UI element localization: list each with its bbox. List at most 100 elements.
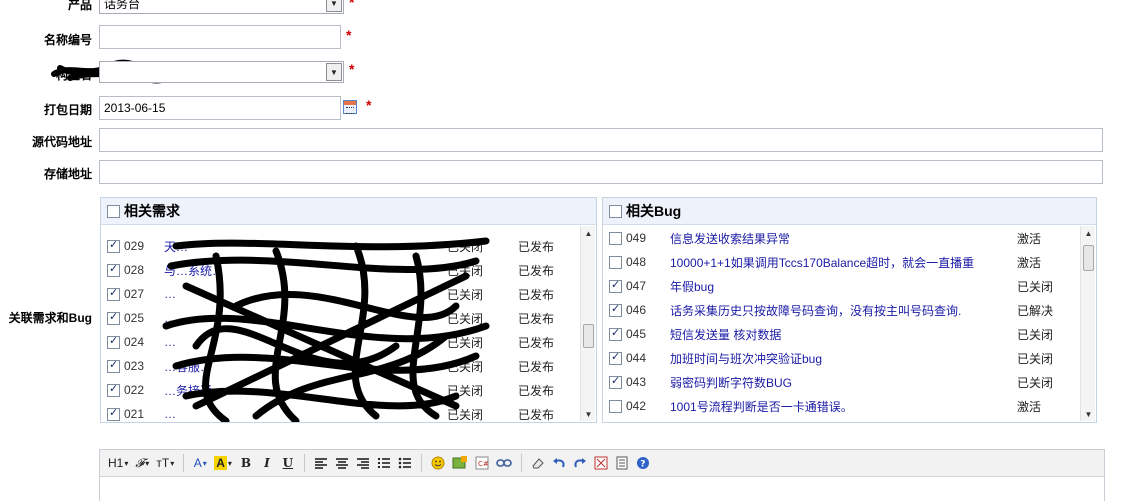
bug-title[interactable]: 加班时间与班次冲突验证bug [670, 350, 996, 367]
select-all-stories-checkbox[interactable] [107, 204, 120, 218]
select-all-bugs-checkbox[interactable] [609, 204, 622, 218]
bug-title[interactable]: 话务采集历史只按故障号码查询，没有按主叫号码查询. [670, 302, 996, 319]
story-checkbox[interactable] [107, 334, 120, 349]
bug-row[interactable]: 046 话务采集历史只按故障号码查询，没有按主叫号码查询. 已解决 [603, 298, 1080, 322]
scroll-up-icon[interactable]: ▲ [1081, 226, 1096, 240]
chevron-down-icon[interactable]: ▼ [326, 0, 342, 12]
emoticon-icon[interactable] [429, 453, 447, 473]
stories-panel-header: 相关需求 [101, 198, 596, 225]
scroll-thumb[interactable] [1083, 245, 1094, 271]
heading-button[interactable]: H1 ▾ [106, 453, 130, 473]
align-right-icon[interactable] [354, 453, 372, 473]
bug-title[interactable]: 10000+1+1如果调用Tccs170Balance超时，就会一直播重 [670, 254, 996, 271]
bug-status: 激活 [1017, 231, 1042, 246]
story-id: 028 [124, 263, 145, 277]
toolbar-divider [303, 454, 305, 472]
bug-title[interactable]: 短信发送量 核对数据 [670, 326, 996, 343]
source-url-input[interactable] [99, 128, 1103, 152]
bug-checkbox[interactable] [609, 255, 622, 269]
story-checkbox[interactable] [107, 310, 120, 325]
scroll-thumb[interactable] [583, 324, 594, 348]
chevron-down-icon[interactable]: ▼ [326, 63, 342, 81]
relate-label: 关联需求和Bug [8, 311, 92, 325]
build-select[interactable]: ▼ [99, 61, 344, 83]
stories-panel-title: 相关需求 [124, 203, 180, 219]
align-left-icon[interactable] [312, 453, 330, 473]
storage-url-input[interactable] [99, 160, 1103, 184]
bug-title[interactable]: 1001号流程判断是否一卡通错误。 [670, 398, 996, 415]
font-size-label: тT [156, 456, 170, 470]
story-checkbox[interactable] [107, 262, 120, 277]
required-mark: * [366, 97, 372, 113]
product-select[interactable]: 话务台 ▼ [99, 0, 344, 14]
bug-id: 044 [626, 351, 647, 365]
bug-row[interactable]: 045 短信发送量 核对数据 已关闭 [603, 322, 1080, 346]
font-size-button[interactable]: тT ▾ [154, 453, 176, 473]
story-checkbox[interactable] [107, 238, 120, 253]
story-checkbox[interactable] [107, 286, 120, 301]
bug-status: 已关闭 [1017, 279, 1054, 294]
bug-checkbox[interactable] [609, 399, 622, 413]
required-mark: * [349, 0, 355, 10]
scroll-down-icon[interactable]: ▼ [581, 407, 596, 421]
bug-row[interactable]: 047 年假bug 已关闭 [603, 274, 1080, 298]
unordered-list-icon[interactable] [396, 453, 414, 473]
bug-row[interactable]: 048 10000+1+1如果调用Tccs170Balance超时，就会一直播重 激… [603, 250, 1080, 274]
story-checkbox[interactable] [107, 382, 120, 397]
ordered-list-icon[interactable] [375, 453, 393, 473]
bug-row[interactable]: 043 弱密码判断字符数BUG 已关闭 [603, 370, 1080, 394]
help-icon[interactable]: ? [634, 453, 652, 473]
bug-title[interactable]: 弱密码判断字符数BUG [670, 374, 996, 391]
story-stage: 已发布 [518, 287, 555, 302]
bugs-scrollbar[interactable]: ▲ ▼ [1080, 226, 1095, 421]
undo-icon[interactable] [550, 453, 568, 473]
insert-code-icon[interactable]: C# [473, 453, 491, 473]
story-stage: 已发布 [518, 407, 555, 422]
svg-text:C#: C# [478, 460, 489, 468]
insert-image-icon[interactable] [450, 453, 470, 473]
italic-button[interactable]: I [258, 453, 276, 473]
bug-row[interactable]: 044 加班时间与班次冲突验证bug 已关闭 [603, 346, 1080, 370]
link-icon[interactable] [494, 453, 514, 473]
story-checkbox[interactable] [107, 358, 120, 373]
scroll-down-icon[interactable]: ▼ [1081, 407, 1096, 421]
bug-row[interactable]: 049 信息发送收索结果异常 激活 [603, 226, 1080, 250]
bold-button[interactable]: B [237, 453, 255, 473]
stories-scrollbar[interactable]: ▲ ▼ [580, 226, 595, 421]
source-url-label: 源代码地址 [31, 135, 92, 149]
story-checkbox[interactable] [107, 406, 120, 421]
bug-row[interactable]: 042 1001号流程判断是否一卡通错误。 激活 [603, 394, 1080, 418]
bug-status: 已关闭 [1017, 351, 1054, 366]
bug-title[interactable]: 年假bug [670, 278, 996, 295]
font-color-button[interactable]: A ▾ [191, 453, 209, 473]
bug-status: 已解决 [1017, 303, 1054, 318]
scroll-up-icon[interactable]: ▲ [581, 226, 596, 240]
highlight-button[interactable]: A ▾ [212, 453, 234, 473]
fullscreen-icon[interactable] [592, 453, 610, 473]
bug-checkbox[interactable] [609, 278, 622, 293]
align-center-icon[interactable] [333, 453, 351, 473]
story-id: 029 [124, 239, 145, 253]
bug-id: 048 [626, 255, 647, 269]
bug-checkbox[interactable] [609, 374, 622, 389]
eraser-icon[interactable] [529, 453, 547, 473]
bug-checkbox[interactable] [609, 326, 622, 341]
name-code-input[interactable] [99, 25, 341, 49]
underline-button[interactable]: U [279, 453, 297, 473]
bug-id: 049 [626, 231, 647, 245]
story-stage: 已发布 [518, 359, 555, 374]
redo-icon[interactable] [571, 453, 589, 473]
calendar-icon[interactable] [343, 100, 357, 114]
rich-text-editor[interactable]: H1 ▾ 𝓕 ▾ тT ▾ A ▾ A ▾ B I U C# ? [99, 449, 1105, 501]
bug-checkbox[interactable] [609, 350, 622, 365]
bug-checkbox[interactable] [609, 231, 622, 245]
highlight-label: A [214, 456, 227, 470]
bug-checkbox[interactable] [609, 302, 622, 317]
svg-text:?: ? [640, 460, 645, 470]
font-color-label: A [193, 456, 202, 470]
font-family-button[interactable]: 𝓕 ▾ [133, 453, 151, 473]
font-family-label: 𝓕 [135, 455, 145, 470]
pack-date-input[interactable]: 2013-06-15 [99, 96, 341, 120]
source-code-icon[interactable] [613, 453, 631, 473]
bug-title[interactable]: 信息发送收索结果异常 [670, 230, 996, 247]
